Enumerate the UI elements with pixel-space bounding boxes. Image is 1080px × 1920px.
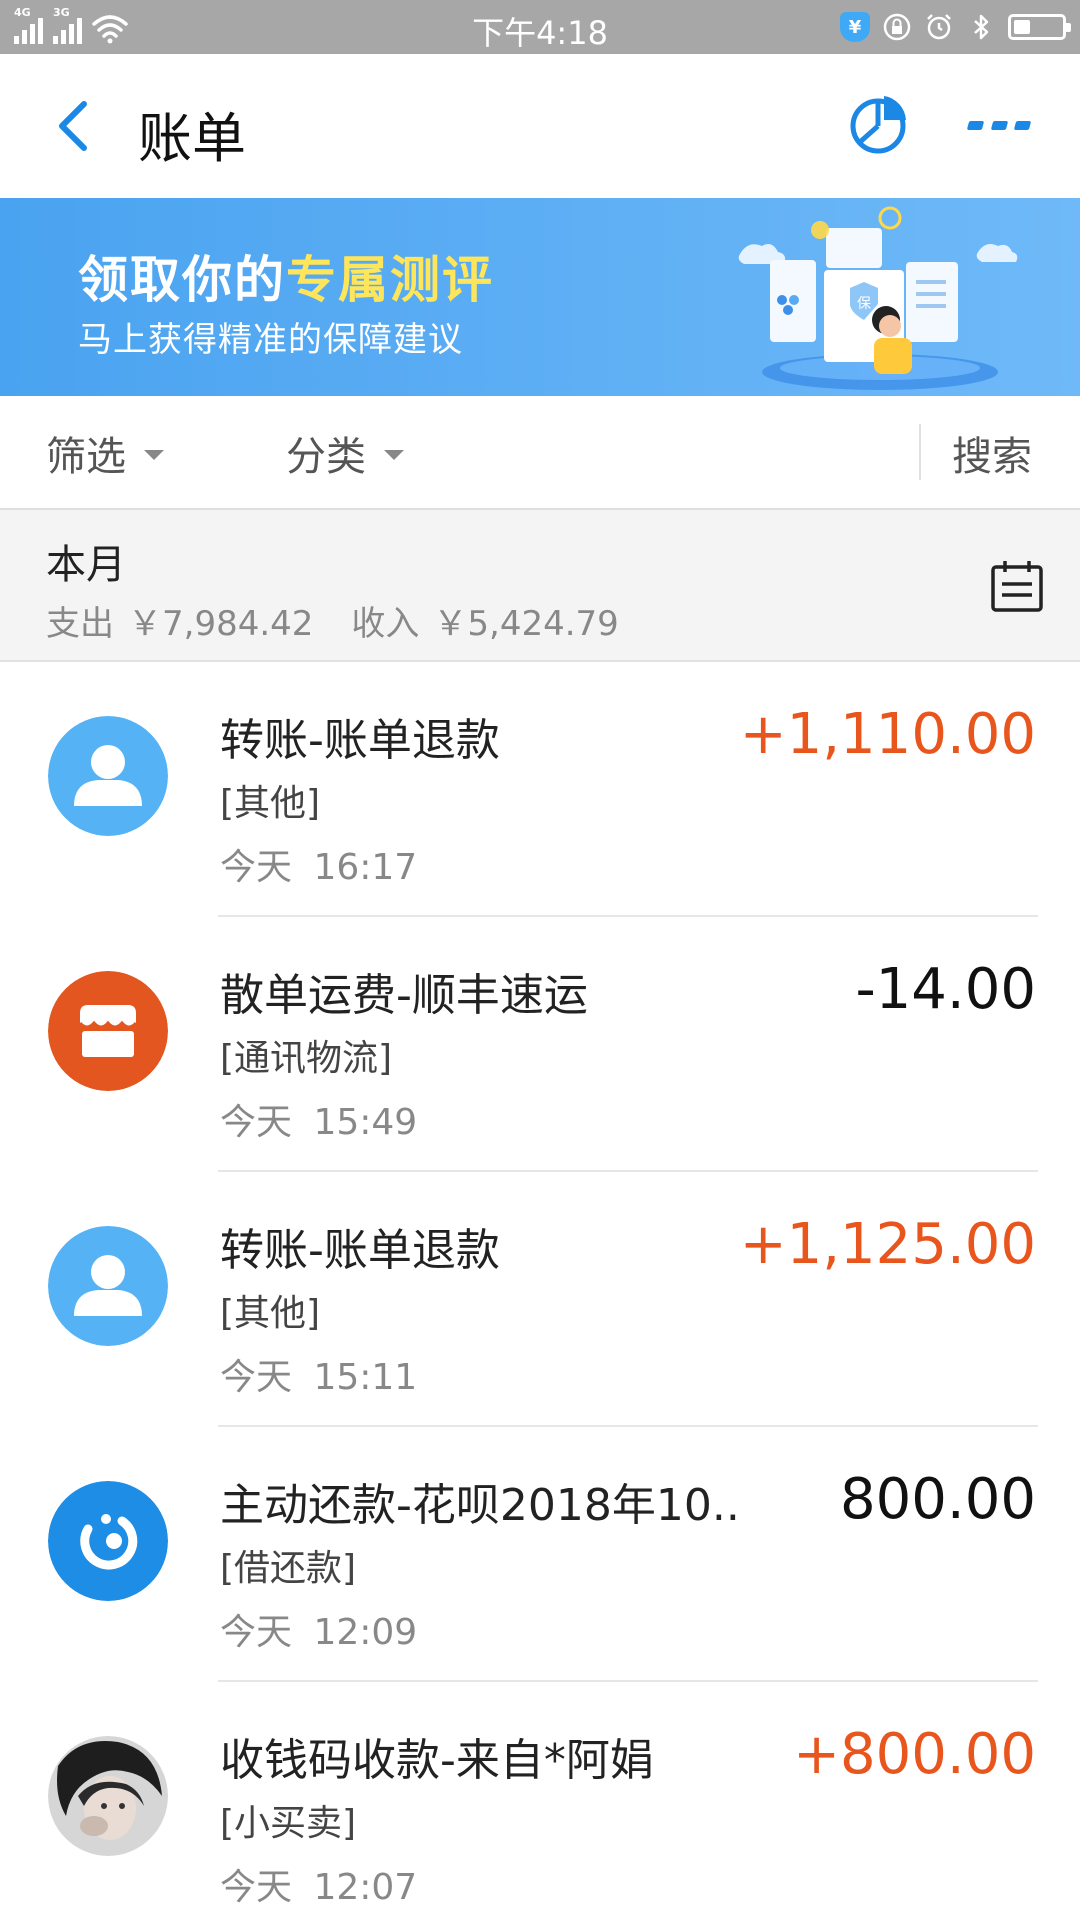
- filter-bar: 筛选 分类 搜索: [0, 396, 1080, 510]
- income-value: ￥5,424.79: [433, 604, 619, 644]
- month-totals: 支出 ￥7,984.42 收入 ￥5,424.79: [46, 596, 619, 645]
- transaction-row[interactable]: 主动还款-花呗2018年10... [借还款] 今天 12:09 800.00: [0, 1427, 1080, 1682]
- transaction-time: 今天 15:49: [220, 1102, 418, 1143]
- transaction-amount: -14.00: [855, 957, 1036, 1022]
- transaction-amount: +1,125.00: [739, 1212, 1036, 1277]
- expense-label: 支出: [46, 604, 114, 644]
- pie-chart-icon[interactable]: [846, 92, 910, 156]
- banner-subtitle: 马上获得精准的保障建议: [78, 320, 463, 360]
- battery-icon: [1008, 14, 1071, 40]
- more-dot: [990, 120, 1008, 130]
- transaction-time: 今天 12:07: [220, 1867, 418, 1908]
- transaction-category: [其他]: [220, 783, 321, 824]
- search-button[interactable]: 搜索: [952, 396, 1032, 510]
- status-icons: ¥: [840, 8, 1071, 46]
- shield-yen-icon: ¥: [840, 12, 870, 42]
- transaction-amount: +800.00: [793, 1722, 1036, 1787]
- transaction-row[interactable]: 散单运费-顺丰速运 [通讯物流] 今天 15:49 -14.00: [0, 917, 1080, 1172]
- status-bar: 4G 3G 下午4:18 ¥: [0, 0, 1080, 54]
- transaction-title: 主动还款-花呗2018年10...: [220, 1480, 740, 1531]
- lock-rotation-icon: [883, 13, 911, 41]
- nav-bar: 账单: [0, 54, 1080, 198]
- transaction-row[interactable]: 转账-账单退款 [其他] 今天 16:17 +1,110.00: [0, 662, 1080, 917]
- transaction-title: 收钱码收款-来自*阿娟: [220, 1735, 654, 1786]
- banner-title: 领取你的专属测评: [78, 240, 494, 312]
- user-photo-avatar: [48, 1736, 168, 1856]
- more-dot: [966, 120, 984, 130]
- filter-divider: [919, 424, 921, 480]
- transaction-list: 转账-账单退款 [其他] 今天 16:17 +1,110.00 散单运费-顺丰速…: [0, 662, 1080, 1920]
- search-label: 搜索: [952, 434, 1032, 480]
- more-dot: [1014, 120, 1032, 130]
- person-icon: [48, 716, 168, 836]
- transaction-amount: +1,110.00: [739, 702, 1036, 767]
- transaction-title: 散单运费-顺丰速运: [220, 970, 588, 1021]
- transaction-time: 今天 12:09: [220, 1612, 418, 1653]
- filter-dropdown[interactable]: 筛选: [46, 396, 164, 510]
- filter-label: 筛选: [46, 434, 126, 480]
- banner-art-badge: 保: [857, 296, 871, 312]
- calendar-icon[interactable]: [990, 558, 1044, 614]
- income-label: 收入: [351, 604, 420, 644]
- month-summary-bar: 本月 支出 ￥7,984.42 收入 ￥5,424.79: [0, 510, 1080, 662]
- transaction-category: [借还款]: [220, 1548, 357, 1589]
- more-icon[interactable]: [966, 110, 1032, 140]
- huabei-icon: [48, 1481, 168, 1601]
- bluetooth-icon: [974, 14, 989, 40]
- transaction-title: 转账-账单退款: [220, 1225, 500, 1276]
- battery-fill: [1014, 20, 1030, 34]
- person-icon: [48, 1226, 168, 1346]
- transaction-amount: 800.00: [840, 1467, 1036, 1532]
- month-title: 本月: [46, 542, 126, 588]
- expense-value: ￥7,984.42: [128, 604, 314, 644]
- transaction-row[interactable]: 收钱码收款-来自*阿娟 [小买卖] 今天 12:07 +800.00: [0, 1682, 1080, 1920]
- transaction-category: [小买卖]: [220, 1803, 357, 1844]
- caret-down-icon: [384, 450, 404, 460]
- category-label: 分类: [286, 434, 366, 480]
- promo-banner[interactable]: 领取你的专属测评 马上获得精准的保障建议 保: [0, 198, 1080, 396]
- category-dropdown[interactable]: 分类: [286, 396, 404, 510]
- shop-icon: [48, 971, 168, 1091]
- insurance-illustration: 保: [738, 206, 1018, 390]
- chevron-left-icon[interactable]: [48, 96, 108, 156]
- transaction-row[interactable]: 转账-账单退款 [其他] 今天 15:11 +1,125.00: [0, 1172, 1080, 1427]
- transaction-title: 转账-账单退款: [220, 715, 500, 766]
- page-title: 账单: [138, 107, 246, 170]
- banner-title-plain: 领取你的: [78, 251, 286, 309]
- banner-title-highlight: 专属测评: [286, 251, 494, 309]
- caret-down-icon: [144, 450, 164, 460]
- transaction-time: 今天 15:11: [220, 1357, 418, 1398]
- transaction-category: [通讯物流]: [220, 1038, 393, 1079]
- transaction-category: [其他]: [220, 1293, 321, 1334]
- alarm-icon: [927, 14, 951, 40]
- transaction-time: 今天 16:17: [220, 847, 418, 888]
